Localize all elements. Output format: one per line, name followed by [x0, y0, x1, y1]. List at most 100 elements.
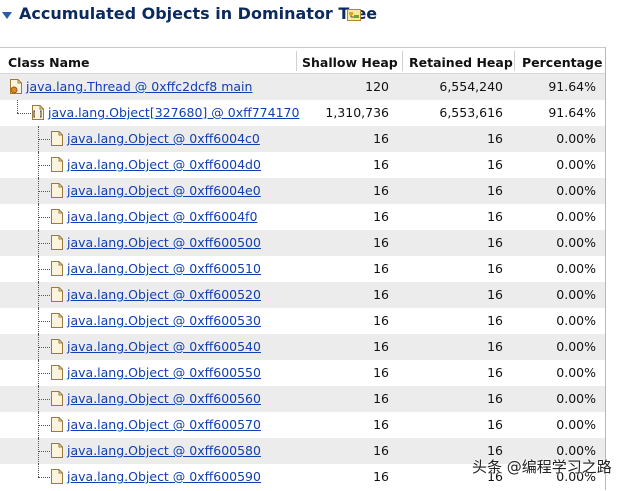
retained-heap-value: 6,554,240: [439, 79, 503, 94]
percentage-value: 0.00%: [556, 391, 596, 406]
percentage-value: 0.00%: [556, 183, 596, 198]
table-row[interactable]: java.lang.Object @ 0xff6004c0 16 16 0.00%: [0, 126, 605, 152]
object-icon: [51, 261, 63, 276]
percentage-value: 91.64%: [548, 79, 596, 94]
retained-heap-value: 16: [487, 365, 503, 380]
retained-heap-value: 16: [487, 157, 503, 172]
column-header-shallow-heap[interactable]: Shallow Heap: [302, 55, 398, 70]
percentage-value: 0.00%: [556, 313, 596, 328]
table-row[interactable]: java.lang.Object[327680] @ 0xff774170 1,3…: [0, 100, 605, 126]
object-link[interactable]: java.lang.Object @ 0xff600540: [67, 339, 261, 354]
table-header: Class Name Shallow Heap Retained Heap Pe…: [0, 48, 605, 74]
shallow-heap-value: 16: [373, 235, 389, 250]
tree-connector: [38, 217, 50, 218]
tree-connector: [38, 373, 50, 374]
object-link[interactable]: java.lang.Object @ 0xff6004e0: [67, 183, 261, 198]
object-link[interactable]: java.lang.Object @ 0xff600530: [67, 313, 261, 328]
percentage-value: 0.00%: [556, 287, 596, 302]
table-row[interactable]: java.lang.Object @ 0xff6004d0 16 16 0.00%: [0, 152, 605, 178]
object-link[interactable]: java.lang.Object @ 0xff600570: [67, 417, 261, 432]
tree-connector: [38, 399, 50, 400]
tree-connector: [38, 425, 50, 426]
column-divider[interactable]: [296, 51, 297, 71]
object-icon: [51, 131, 63, 146]
column-header-class-name[interactable]: Class Name: [8, 55, 90, 70]
retained-heap-value: 16: [487, 235, 503, 250]
object-link[interactable]: java.lang.Object @ 0xff600510: [67, 261, 261, 276]
table-row[interactable]: java.lang.Thread @ 0xffc2dcf8 main 120 6,5…: [0, 74, 605, 100]
percentage-value: 91.64%: [548, 105, 596, 120]
array-icon: [32, 105, 44, 120]
object-link[interactable]: java.lang.Object @ 0xff600560: [67, 391, 261, 406]
retained-heap-value: 16: [487, 313, 503, 328]
thread-icon: [10, 79, 22, 94]
retained-heap-value: 16: [487, 391, 503, 406]
object-link[interactable]: java.lang.Object @ 0xff600520: [67, 287, 261, 302]
table-row[interactable]: java.lang.Object @ 0xff600550 16 16 0.00%: [0, 360, 605, 386]
dominator-tree-table: Class Name Shallow Heap Retained Heap Pe…: [0, 47, 606, 491]
shallow-heap-value: 16: [373, 391, 389, 406]
table-row[interactable]: java.lang.Object @ 0xff600530 16 16 0.00%: [0, 308, 605, 334]
shallow-heap-value: 16: [373, 443, 389, 458]
object-link[interactable]: java.lang.Object @ 0xff600550: [67, 365, 261, 380]
shallow-heap-value: 16: [373, 365, 389, 380]
object-icon: [51, 183, 63, 198]
tree-view-icon[interactable]: [347, 9, 361, 21]
shallow-heap-value: 1,310,736: [325, 105, 389, 120]
shallow-heap-value: 16: [373, 469, 389, 484]
column-divider[interactable]: [514, 51, 515, 71]
tree-connector: [38, 191, 50, 192]
shallow-heap-value: 16: [373, 157, 389, 172]
shallow-heap-value: 16: [373, 209, 389, 224]
table-row[interactable]: java.lang.Object @ 0xff600520 16 16 0.00%: [0, 282, 605, 308]
table-row[interactable]: java.lang.Object @ 0xff6004f0 16 16 0.00%: [0, 204, 605, 230]
column-divider[interactable]: [402, 51, 403, 71]
object-link[interactable]: java.lang.Object @ 0xff6004f0: [67, 209, 257, 224]
shallow-heap-value: 16: [373, 313, 389, 328]
watermark: 头条 @编程学习之路: [472, 458, 612, 476]
object-link[interactable]: java.lang.Object @ 0xff600590: [67, 469, 261, 484]
object-link[interactable]: java.lang.Object @ 0xff600500: [67, 235, 261, 250]
table-row[interactable]: java.lang.Object @ 0xff600540 16 16 0.00%: [0, 334, 605, 360]
percentage-value: 0.00%: [556, 209, 596, 224]
object-link[interactable]: java.lang.Object @ 0xff600580: [67, 443, 261, 458]
retained-heap-value: 16: [487, 183, 503, 198]
object-icon: [51, 209, 63, 224]
section-title: Accumulated Objects in Dominator Tree: [19, 4, 378, 23]
shallow-heap-value: 16: [373, 339, 389, 354]
percentage-value: 0.00%: [556, 235, 596, 250]
retained-heap-value: 16: [487, 209, 503, 224]
object-icon: [51, 391, 63, 406]
shallow-heap-value: 16: [373, 417, 389, 432]
object-link[interactable]: java.lang.Thread @ 0xffc2dcf8 main: [26, 79, 252, 94]
percentage-value: 0.00%: [556, 261, 596, 276]
collapse-arrow-icon[interactable]: [2, 12, 12, 19]
object-icon: [51, 235, 63, 250]
column-header-retained-heap[interactable]: Retained Heap: [409, 55, 513, 70]
tree-connector: [38, 464, 39, 477]
tree-connector: [38, 295, 50, 296]
object-icon: [51, 339, 63, 354]
object-link[interactable]: java.lang.Object @ 0xff6004c0: [67, 131, 260, 146]
object-icon: [51, 417, 63, 432]
shallow-heap-value: 16: [373, 261, 389, 276]
retained-heap-value: 6,553,616: [439, 105, 503, 120]
table-row[interactable]: java.lang.Object @ 0xff600570 16 16 0.00%: [0, 412, 605, 438]
object-link[interactable]: java.lang.Object @ 0xff6004d0: [67, 157, 261, 172]
retained-heap-value: 16: [487, 261, 503, 276]
retained-heap-value: 16: [487, 287, 503, 302]
tree-connector: [38, 321, 50, 322]
tree-connector: [38, 477, 50, 478]
table-row[interactable]: java.lang.Object @ 0xff600510 16 16 0.00%: [0, 256, 605, 282]
object-link[interactable]: java.lang.Object[327680] @ 0xff774170: [48, 105, 299, 120]
table-row[interactable]: java.lang.Object @ 0xff600500 16 16 0.00%: [0, 230, 605, 256]
tree-connector: [38, 347, 50, 348]
percentage-value: 0.00%: [556, 339, 596, 354]
table-row[interactable]: java.lang.Object @ 0xff600560 16 16 0.00%: [0, 386, 605, 412]
tree-connector: [38, 269, 50, 270]
table-row[interactable]: java.lang.Object @ 0xff6004e0 16 16 0.00%: [0, 178, 605, 204]
shallow-heap-value: 16: [373, 287, 389, 302]
object-icon: [51, 287, 63, 302]
tree-connector: [17, 100, 18, 113]
column-header-percentage[interactable]: Percentage: [522, 55, 602, 70]
